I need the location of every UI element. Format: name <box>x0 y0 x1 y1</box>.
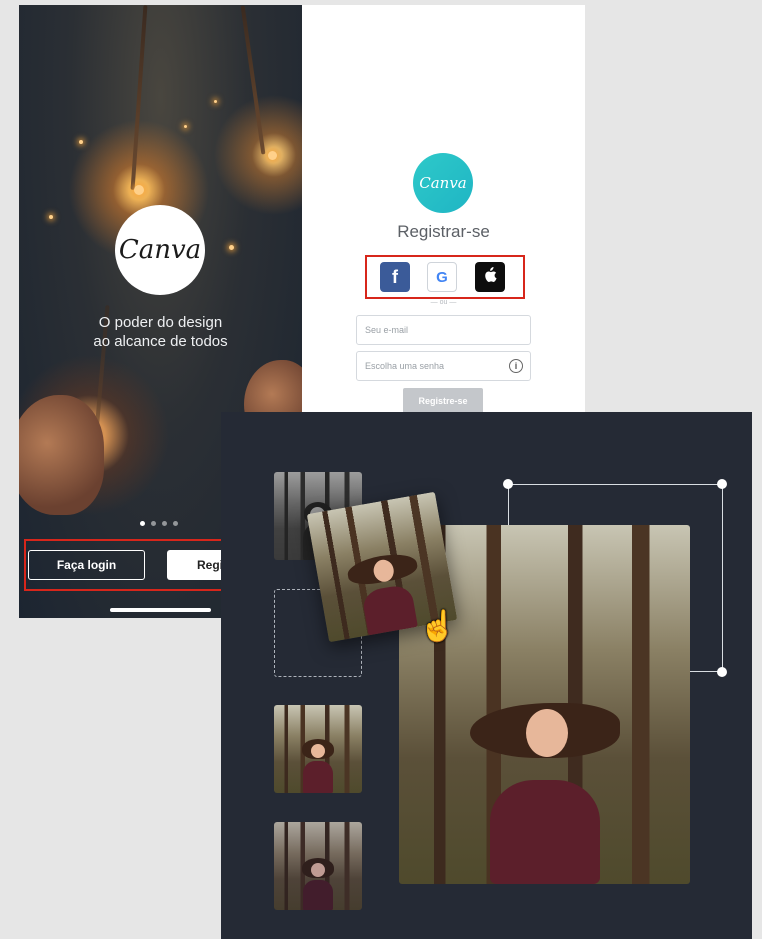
spark <box>184 125 187 128</box>
resize-handle-top-left[interactable] <box>503 479 513 489</box>
face <box>525 709 568 757</box>
tagline-line2: ao alcance de todos <box>93 333 228 350</box>
page-dot <box>173 521 178 526</box>
canva-logo-text: Canva <box>419 174 467 192</box>
person-figure <box>469 695 620 884</box>
resize-handle-top-right[interactable] <box>717 479 727 489</box>
spark <box>79 140 83 144</box>
apple-login-button[interactable] <box>475 262 505 292</box>
spark <box>49 215 53 219</box>
face <box>311 863 325 877</box>
hand-cursor-icon: ☝ <box>419 610 457 643</box>
resize-handle-bottom-right[interactable] <box>717 667 727 677</box>
canva-logo: Canva <box>115 205 205 295</box>
selection-frame-right <box>722 484 723 672</box>
page-dot-active <box>140 521 145 526</box>
password-field[interactable]: Escolha uma senha i <box>356 351 531 381</box>
page-indicator <box>140 521 178 526</box>
password-placeholder: Escolha uma senha <box>365 361 445 371</box>
spark <box>229 245 234 250</box>
email-field[interactable]: Seu e-mail <box>356 315 531 345</box>
design-editor-canvas: ☝ <box>221 412 752 939</box>
tagline-line1: O poder do design <box>98 314 223 331</box>
selection-frame-left <box>508 484 509 530</box>
body <box>303 880 333 910</box>
page-dot <box>162 521 167 526</box>
face <box>311 744 325 758</box>
register-panel: Canva Registrar-se f G — ou — Seu e-mail… <box>302 5 585 414</box>
google-icon: G <box>436 268 448 286</box>
or-text: ou <box>439 299 448 306</box>
register-submit-button[interactable]: Registre-se <box>403 388 483 414</box>
person-figure <box>298 739 338 793</box>
email-placeholder: Seu e-mail <box>365 325 409 335</box>
hand-left <box>19 395 104 515</box>
or-divider: — ou — <box>430 299 457 306</box>
canva-logo-text: Canva <box>118 235 202 265</box>
person-figure <box>298 858 338 910</box>
selection-frame-top <box>508 484 722 485</box>
spark <box>268 151 277 160</box>
facebook-icon: f <box>392 266 398 287</box>
google-login-button[interactable]: G <box>427 262 457 292</box>
info-icon[interactable]: i <box>509 359 523 373</box>
facebook-login-button[interactable]: f <box>380 262 410 292</box>
page-dot <box>151 521 156 526</box>
body <box>303 761 333 793</box>
canva-logo: Canva <box>413 153 473 213</box>
body <box>489 780 600 884</box>
thumbnail-photo-warm[interactable] <box>274 705 362 793</box>
spark <box>134 185 144 195</box>
person-figure <box>345 548 427 637</box>
spark <box>214 100 217 103</box>
register-title: Registrar-se <box>397 222 490 241</box>
login-button[interactable]: Faça login <box>28 550 145 580</box>
thumbnail-photo-cool[interactable] <box>274 822 362 910</box>
apple-icon <box>483 267 497 287</box>
body <box>361 583 418 636</box>
home-indicator <box>110 608 211 612</box>
